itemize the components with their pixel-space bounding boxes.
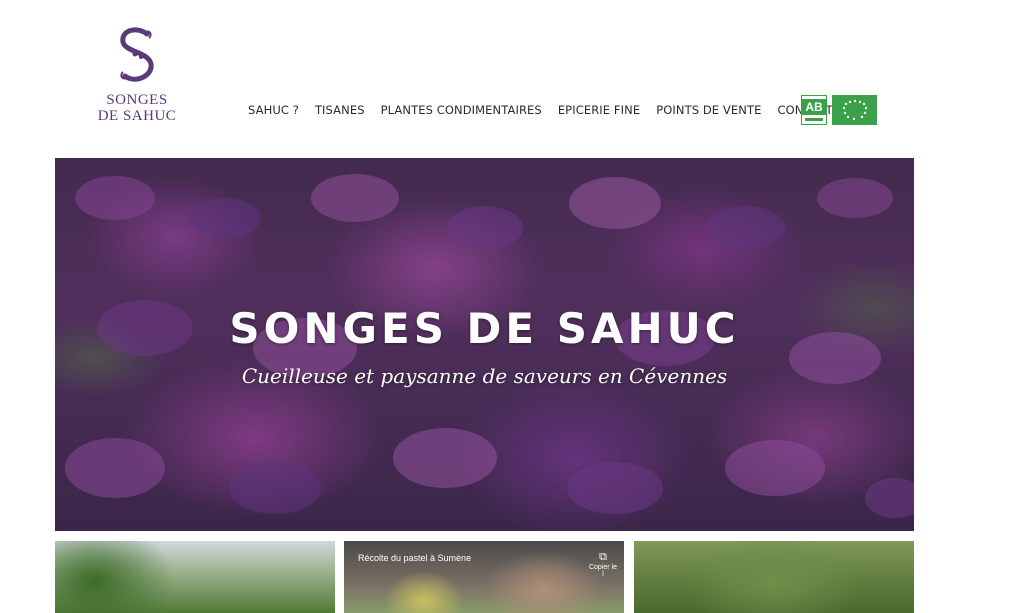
nav-item-epicerie-fine[interactable]: EPICERIE FINE (558, 103, 640, 117)
nav-item-points-de-vente[interactable]: POINTS DE VENTE (656, 103, 761, 117)
logo-text: SONGES DE SAHUC (88, 92, 186, 124)
organic-badges: AB (801, 95, 877, 125)
copy-link-button[interactable]: ⧉ Copier le l (588, 551, 618, 578)
logo-s-emblem-icon (120, 27, 154, 82)
site-logo[interactable]: SONGES DE SAHUC (88, 26, 186, 124)
ab-logo-text: AB (802, 99, 826, 115)
nav-item-plantes-condimentaires[interactable]: PLANTES CONDIMENTAIRES (381, 103, 542, 117)
hero-subtitle: Cueilleuse et paysanne de saveurs en Cév… (241, 364, 728, 388)
thumbnail-garden[interactable] (634, 541, 914, 613)
hero-banner: SONGES DE SAHUC Cueilleuse et paysanne d… (55, 158, 914, 531)
copy-icon: ⧉ (599, 551, 607, 563)
logo-line1: SONGES (106, 92, 168, 108)
video-thumbnail[interactable]: Récolte du pastel à Sumène ⧉ Copier le l (344, 541, 624, 613)
video-title[interactable]: Récolte du pastel à Sumène (358, 553, 471, 563)
ab-organic-logo: AB (801, 95, 827, 125)
main-nav: SAHUC ? TISANES PLANTES CONDIMENTAIRES E… (240, 96, 841, 124)
copy-link-label: Copier le l (588, 564, 617, 578)
logo-line2: DE SAHUC (97, 108, 177, 124)
nav-item-sahuc[interactable]: SAHUC ? (248, 103, 299, 117)
nav-item-tisanes[interactable]: TISANES (315, 103, 365, 117)
ab-logo-bar (805, 118, 823, 121)
thumbnail-landscape[interactable] (55, 541, 335, 613)
eu-organic-leaf-icon (832, 95, 877, 125)
hero-title: SONGES DE SAHUC (229, 304, 740, 353)
